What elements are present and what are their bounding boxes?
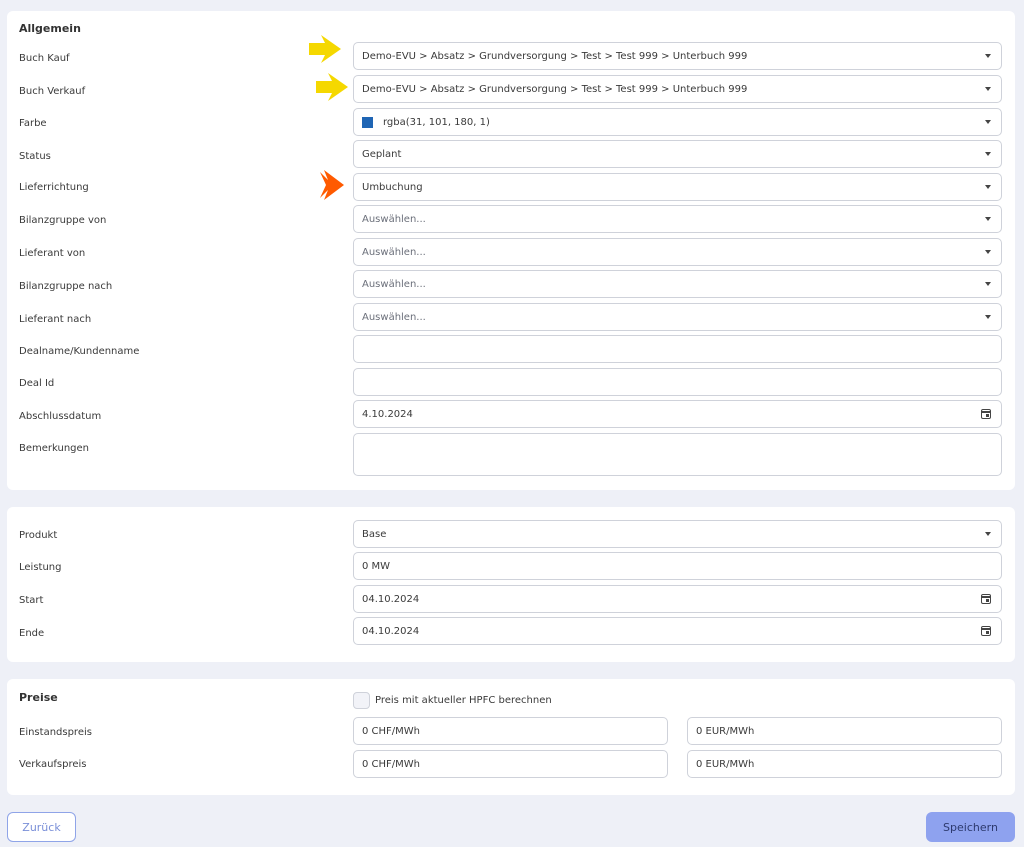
chevron-down-icon	[985, 120, 991, 124]
chevron-down-icon	[985, 282, 991, 286]
label-bemerkungen: Bemerkungen	[19, 443, 90, 454]
label-lieferant-nach: Lieferant nach	[19, 314, 92, 325]
chevron-down-icon	[985, 185, 991, 189]
einstandspreis-chf-input[interactable]: 0 CHF/MWh	[353, 717, 668, 745]
label-ende: Ende	[19, 628, 45, 639]
produkt-select[interactable]: Base	[353, 520, 1002, 548]
chevron-down-icon	[985, 152, 991, 156]
verkaufspreis-chf-value: 0 CHF/MWh	[362, 758, 421, 770]
farbe-value: rgba(31, 101, 180, 1)	[383, 116, 490, 128]
farbe-select[interactable]: rgba(31, 101, 180, 1)	[353, 108, 1002, 136]
chevron-down-icon	[985, 217, 991, 221]
product-card: Produkt Base Leistung 0 MW Start 04.10.2…	[7, 507, 1015, 662]
chevron-down-icon	[985, 532, 991, 536]
lieferant-nach-select[interactable]: Auswählen...	[353, 303, 1002, 331]
hpfc-checkbox-label: Preis mit aktueller HPFC berechnen	[375, 695, 552, 706]
hpfc-checkbox-row[interactable]: Preis mit aktueller HPFC berechnen	[353, 692, 552, 709]
label-farbe: Farbe	[19, 118, 47, 129]
section-title-general: Allgemein	[19, 22, 81, 35]
lieferant-nach-value: Auswählen...	[362, 311, 426, 323]
einstandspreis-chf-value: 0 CHF/MWh	[362, 725, 421, 737]
chevron-down-icon	[985, 315, 991, 319]
label-start: Start	[19, 595, 44, 606]
chevron-down-icon	[985, 87, 991, 91]
label-abschlussdatum: Abschlussdatum	[19, 411, 102, 422]
label-produkt: Produkt	[19, 530, 58, 541]
general-card: Allgemein Buch Kauf Demo-EVU > Absatz > …	[7, 11, 1015, 490]
label-status: Status	[19, 151, 51, 162]
verkaufspreis-chf-input[interactable]: 0 CHF/MWh	[353, 750, 668, 778]
leistung-input[interactable]: 0 MW	[353, 552, 1002, 580]
color-swatch	[362, 116, 373, 128]
chevron-down-icon	[985, 54, 991, 58]
lieferant-von-select[interactable]: Auswählen...	[353, 238, 1002, 266]
save-button[interactable]: Speichern	[926, 812, 1015, 842]
section-title-prices: Preise	[19, 691, 58, 704]
bemerkungen-textarea[interactable]	[353, 433, 1002, 476]
calendar-icon[interactable]	[981, 594, 991, 604]
hpfc-checkbox[interactable]	[353, 692, 370, 709]
buch-kauf-select[interactable]: Demo-EVU > Absatz > Grundversorgung > Te…	[353, 42, 1002, 70]
label-bilanzgruppe-von: Bilanzgruppe von	[19, 215, 107, 226]
arrow-right-icon	[316, 73, 348, 101]
bilanzgruppe-nach-value: Auswählen...	[362, 278, 426, 290]
label-verkaufspreis: Verkaufspreis	[19, 759, 87, 770]
label-dealname: Dealname/Kundenname	[19, 346, 140, 357]
label-lieferant-von: Lieferant von	[19, 248, 86, 259]
status-select[interactable]: Geplant	[353, 140, 1002, 168]
label-leistung: Leistung	[19, 562, 62, 573]
buch-kauf-value: Demo-EVU > Absatz > Grundversorgung > Te…	[362, 50, 748, 62]
label-lieferrichtung: Lieferrichtung	[19, 182, 89, 193]
chevron-down-icon	[985, 250, 991, 254]
status-value: Geplant	[362, 148, 402, 160]
buch-verkauf-select[interactable]: Demo-EVU > Absatz > Grundversorgung > Te…	[353, 75, 1002, 103]
dealname-input[interactable]	[353, 335, 1002, 363]
einstandspreis-eur-value: 0 EUR/MWh	[696, 725, 755, 737]
verkaufspreis-eur-input[interactable]: 0 EUR/MWh	[687, 750, 1002, 778]
label-buch-kauf: Buch Kauf	[19, 53, 70, 64]
label-bilanzgruppe-nach: Bilanzgruppe nach	[19, 281, 113, 292]
bilanzgruppe-nach-select[interactable]: Auswählen...	[353, 270, 1002, 298]
calendar-icon[interactable]	[981, 626, 991, 636]
einstandspreis-eur-input[interactable]: 0 EUR/MWh	[687, 717, 1002, 745]
abschlussdatum-input[interactable]: 4.10.2024	[353, 400, 1002, 428]
deal-id-input[interactable]	[353, 368, 1002, 396]
leistung-value: 0 MW	[362, 560, 391, 572]
arrow-right-icon	[309, 35, 341, 63]
back-button[interactable]: Zurück	[7, 812, 76, 842]
lieferant-von-value: Auswählen...	[362, 246, 426, 258]
end-date-value: 04.10.2024	[362, 625, 420, 637]
prices-card: Preise Preis mit aktueller HPFC berechne…	[7, 679, 1015, 795]
label-deal-id: Deal Id	[19, 378, 55, 389]
start-date-value: 04.10.2024	[362, 593, 420, 605]
start-date-input[interactable]: 04.10.2024	[353, 585, 1002, 613]
buch-verkauf-value: Demo-EVU > Absatz > Grundversorgung > Te…	[362, 83, 748, 95]
produkt-value: Base	[362, 528, 387, 540]
bilanzgruppe-von-select[interactable]: Auswählen...	[353, 205, 1002, 233]
arrow-right-icon	[320, 170, 344, 200]
calendar-icon[interactable]	[981, 409, 991, 419]
abschlussdatum-value: 4.10.2024	[362, 408, 413, 420]
bilanzgruppe-von-value: Auswählen...	[362, 213, 426, 225]
lieferrichtung-value: Umbuchung	[362, 181, 423, 193]
verkaufspreis-eur-value: 0 EUR/MWh	[696, 758, 755, 770]
end-date-input[interactable]: 04.10.2024	[353, 617, 1002, 645]
label-einstandspreis: Einstandspreis	[19, 727, 92, 738]
lieferrichtung-select[interactable]: Umbuchung	[353, 173, 1002, 201]
label-buch-verkauf: Buch Verkauf	[19, 86, 86, 97]
